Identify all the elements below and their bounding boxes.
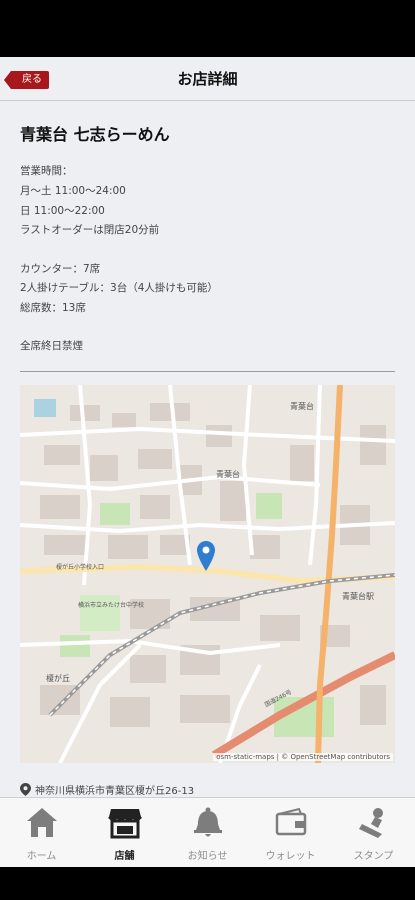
- map-green-area: [100, 503, 130, 525]
- shop-address: 神奈川県横浜市青葉区榎が丘26-13: [35, 785, 195, 797]
- map-park-area: [80, 595, 120, 631]
- map-image: 青葉台 青葉台 青葉台駅 榎が丘 榎が丘小学校入口 横浜市立みたけ台中学校 国道…: [20, 385, 395, 763]
- last-order-note: ラストオーダーは閉店20分前: [20, 224, 160, 236]
- tab-store[interactable]: 店舗: [83, 798, 166, 867]
- tab-label-home: ホーム: [26, 851, 57, 862]
- map-label-aobadai-station: 青葉台駅: [342, 591, 374, 601]
- smoking-policy: 全席終日禁煙: [20, 340, 83, 352]
- hours-weekday: 月〜土 11:00〜24:00: [20, 185, 126, 197]
- store-icon: [107, 809, 142, 839]
- divider: [20, 371, 395, 372]
- tab-home[interactable]: ホーム: [0, 798, 83, 867]
- navigation-bar: 戻る お店詳細: [0, 57, 415, 101]
- shop-map[interactable]: 青葉台 青葉台 青葉台駅 榎が丘 榎が丘小学校入口 横浜市立みたけ台中学校 国道…: [20, 385, 395, 763]
- seats-table: 2人掛けテーブル：3台（4人掛けも可能）: [20, 282, 218, 294]
- bell-icon: [193, 807, 222, 837]
- page-title: お店詳細: [177, 70, 238, 88]
- map-water-area: [34, 399, 56, 417]
- map-label-park: 横浜市立みたけ台中学校: [78, 601, 144, 609]
- shop-detail-content: 青葉台 七志らーめん 営業時間： 月〜土 11:00〜24:00 日 11:00…: [0, 101, 415, 797]
- tab-news[interactable]: お知らせ: [166, 798, 249, 867]
- tab-wallet[interactable]: ウォレット: [249, 798, 332, 867]
- map-label-enokigaoka: 榎が丘: [46, 673, 70, 683]
- tab-label-wallet: ウォレット: [265, 851, 316, 862]
- tab-label-news: お知らせ: [187, 851, 228, 862]
- map-green-area: [60, 635, 90, 657]
- pin-icon: [20, 782, 31, 796]
- status-bar: [0, 0, 415, 57]
- wallet-icon: [275, 807, 306, 836]
- tab-label-store: 店舗: [114, 851, 135, 862]
- location-marker-icon[interactable]: [197, 541, 215, 571]
- hours-sunday: 日 11:00〜22:00: [20, 205, 105, 217]
- shop-name: 青葉台 七志らーめん: [20, 125, 170, 144]
- tab-bar: ホーム 店舗 お知らせ ウォレット スタンプ: [0, 797, 415, 867]
- stamp-icon: [358, 808, 383, 838]
- address-row[interactable]: 神奈川県横浜市青葉区榎が丘26-13: [20, 781, 194, 797]
- map-green-area: [256, 493, 282, 519]
- map-attribution[interactable]: osm-static-maps | © OpenStreetMap contri…: [213, 753, 393, 761]
- seats-total: 総席数：13席: [20, 302, 86, 314]
- map-label-school: 榎が丘小学校入口: [56, 563, 104, 571]
- home-indicator-area: [0, 867, 415, 900]
- tab-stamp[interactable]: スタンプ: [332, 798, 415, 867]
- tab-label-stamp: スタンプ: [353, 851, 394, 862]
- home-icon: [26, 808, 57, 837]
- map-label-aobadai-2: 青葉台: [216, 469, 240, 479]
- map-label-aobadai: 青葉台: [290, 401, 314, 411]
- hours-heading: 営業時間：: [20, 165, 73, 177]
- seats-counter: カウンター：7席: [20, 263, 101, 275]
